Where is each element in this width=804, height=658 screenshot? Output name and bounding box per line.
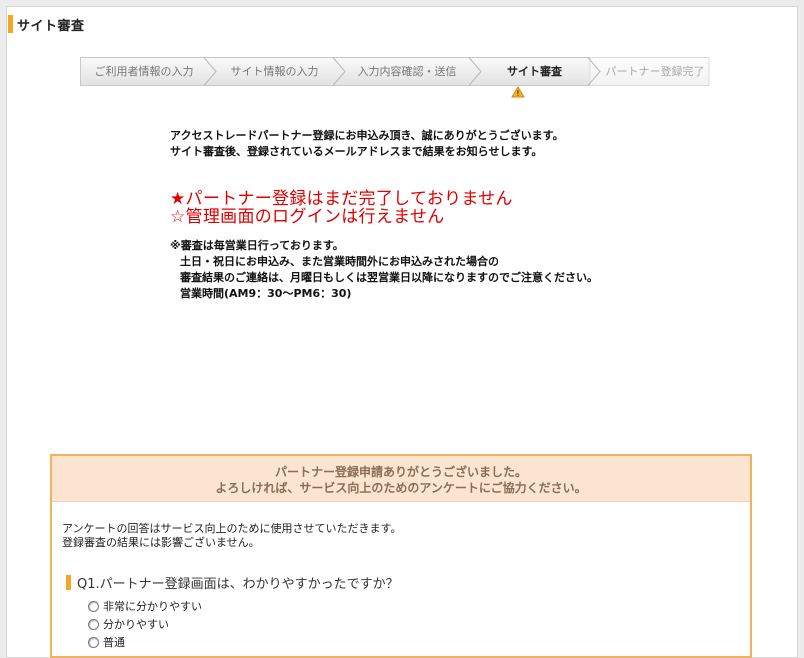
review-notes: ※審査は毎営業日行っております。 土日・祝日にお申込み、また営業時間外にお申込み… <box>170 238 598 302</box>
step-user-info: ご利用者情報の入力 <box>94 65 194 78</box>
survey-header: パートナー登録申請ありがとうございました。 よろしければ、サービス向上のためのア… <box>52 456 750 502</box>
notes-line-2: 土日・祝日にお申込み、また営業時間外にお申込みされた場合の <box>180 255 499 268</box>
section-marker <box>8 15 13 33</box>
step-site-info: サイト情報の入力 <box>230 65 319 78</box>
question-1: Q1.パートナー登録画面は、わかりやすかったですか？ <box>66 573 399 592</box>
radio-button[interactable] <box>88 618 99 630</box>
survey-heading-2: よろしければ、サービス向上のためのアンケートにご協力ください。 <box>215 481 587 495</box>
notes-line-3: 審査結果のご連絡は、月曜日もしくは翌営業日以降になりますのでご注意ください。 <box>180 271 598 284</box>
step-registration-complete: パートナー登録完了 <box>605 65 705 78</box>
registration-warning: ★パートナー登録はまだ完了しておりません ☆管理画面のログインは行えません <box>170 190 513 226</box>
notes-line-1: ※審査は毎営業日行っております。 <box>170 239 344 252</box>
survey-heading-1: パートナー登録申請ありがとうございました。 <box>274 465 527 479</box>
warning-line-2: ☆管理画面のログインは行えません <box>170 207 445 227</box>
radio-button[interactable] <box>88 636 99 648</box>
page-header: サイト審査 <box>8 14 85 34</box>
intro-message: アクセストレードパートナー登録にお申込み頂き、誠にありがとうございます。 サイト… <box>170 128 564 160</box>
page-title: サイト審査 <box>17 18 85 34</box>
option-label: 非常に分かりやすい <box>103 600 202 613</box>
survey-description: アンケートの回答はサービス向上のために使用させていただきます。 登録審査の結果に… <box>62 522 401 550</box>
option-normal[interactable]: 普通 <box>88 633 202 651</box>
survey-box: パートナー登録申請ありがとうございました。 よろしければ、サービス向上のためのア… <box>50 454 752 658</box>
question-marker <box>66 575 71 590</box>
business-hours: 営業時間(AM9：30～PM6：30) <box>180 287 352 300</box>
question-1-options: 非常に分かりやすい 分かりやすい 普通 <box>88 597 202 651</box>
survey-desc-line-2: 登録審査の結果には影響ございません。 <box>62 536 260 549</box>
current-step-warning-icon <box>511 86 525 98</box>
question-1-text: Q1.パートナー登録画面は、わかりやすかったですか？ <box>77 577 399 592</box>
step-site-review: サイト審査 <box>507 65 562 78</box>
step-confirm-send: 入力内容確認・送信 <box>357 65 457 78</box>
radio-button[interactable] <box>88 600 99 612</box>
warning-line-1: ★パートナー登録はまだ完了しておりません <box>170 189 513 209</box>
intro-line-1: アクセストレードパートナー登録にお申込み頂き、誠にありがとうございます。 <box>170 129 564 142</box>
survey-desc-line-1: アンケートの回答はサービス向上のために使用させていただきます。 <box>62 522 402 535</box>
option-label: 普通 <box>103 636 125 649</box>
option-easy[interactable]: 分かりやすい <box>88 615 202 633</box>
step-progress-bar: ご利用者情報の入力 サイト情報の入力 入力内容確認・送信 サイト審査 パートナー… <box>80 57 710 86</box>
intro-line-2: サイト審査後、登録されているメールアドレスまで結果をお知らせします。 <box>170 145 543 158</box>
option-label: 分かりやすい <box>103 618 169 631</box>
option-very-easy[interactable]: 非常に分かりやすい <box>88 597 202 615</box>
